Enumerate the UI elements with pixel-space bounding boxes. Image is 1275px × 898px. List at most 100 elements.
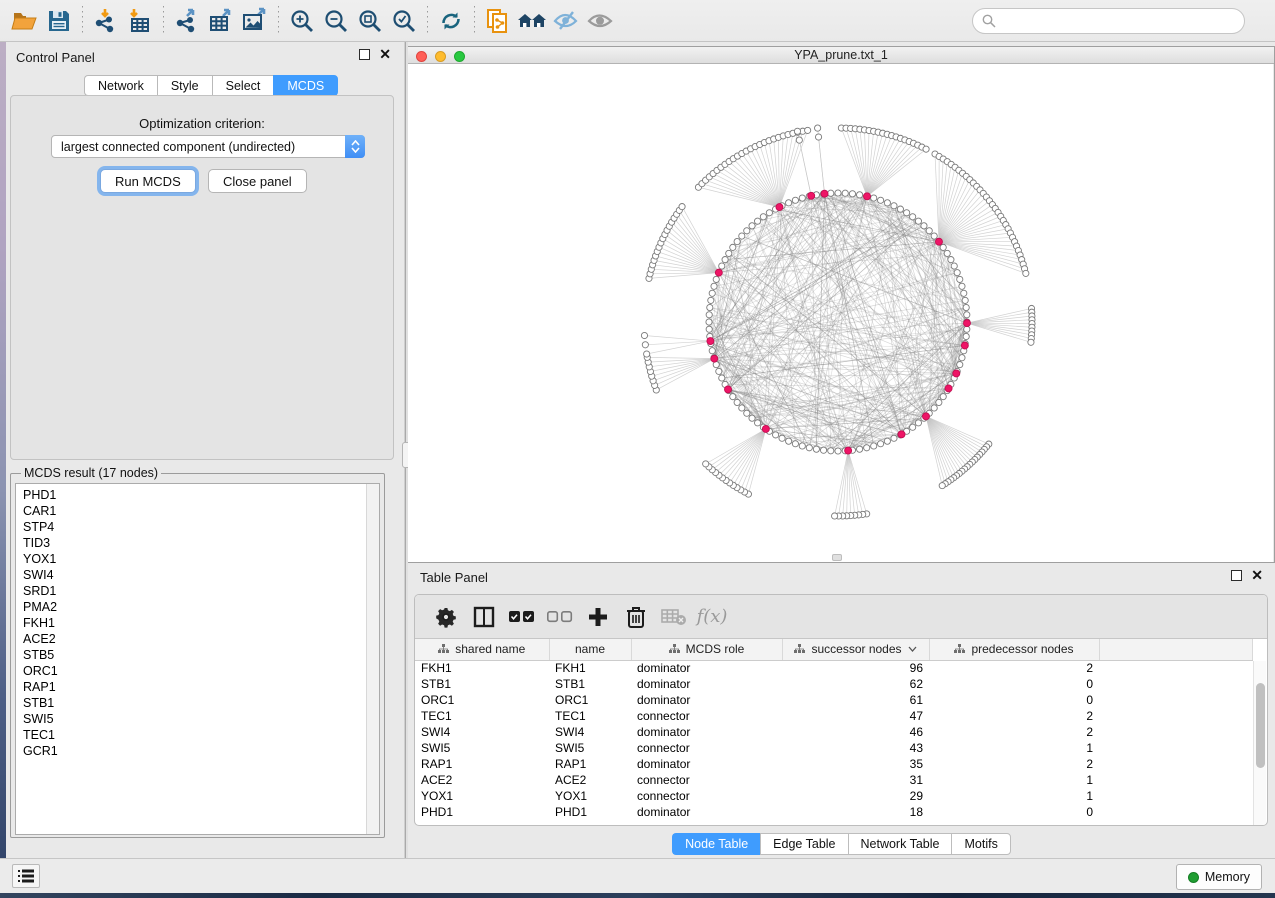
search-box[interactable]	[972, 8, 1245, 34]
table-scrollbar[interactable]	[1253, 661, 1266, 825]
tab-motifs[interactable]: Motifs	[951, 833, 1010, 855]
horizontal-splitter-grip[interactable]	[832, 554, 842, 561]
refresh-icon[interactable]	[434, 5, 468, 37]
network-window-titlebar[interactable]: YPA_prune.txt_1	[408, 47, 1274, 64]
table-row[interactable]: YOX1YOX1connector291	[415, 788, 1253, 804]
tab-mcds[interactable]: MCDS	[273, 75, 338, 96]
toolbar-separator	[474, 6, 475, 36]
show-all-icon[interactable]	[583, 5, 617, 37]
column-header-predecessor-nodes[interactable]: predecessor nodes	[929, 639, 1099, 660]
tab-node-table[interactable]: Node Table	[672, 833, 760, 855]
control-panel: Control Panel ✕ Network Style Select MCD…	[6, 42, 405, 858]
table-settings-gear-icon[interactable]	[431, 602, 461, 632]
select-all-columns-icon[interactable]	[507, 602, 537, 632]
table-row[interactable]: ACE2ACE2connector311	[415, 772, 1253, 788]
delete-column-icon[interactable]	[621, 602, 651, 632]
save-session-icon[interactable]	[42, 5, 76, 37]
task-history-button[interactable]	[12, 864, 40, 888]
mcds-node-item[interactable]: YOX1	[23, 551, 379, 567]
optimization-criterion-select[interactable]: largest connected component (undirected)	[51, 135, 365, 158]
table-row[interactable]: FKH1FKH1dominator962	[415, 660, 1253, 676]
export-network-icon[interactable]	[170, 5, 204, 37]
table-row[interactable]: ORC1ORC1dominator610	[415, 692, 1253, 708]
zoom-out-icon[interactable]	[319, 5, 353, 37]
column-header-filler	[1099, 639, 1253, 660]
mcds-node-item[interactable]: SWI4	[23, 567, 379, 583]
mcds-node-item[interactable]: SRD1	[23, 583, 379, 599]
float-panel-icon[interactable]	[1231, 570, 1242, 581]
mcds-node-item[interactable]: TID3	[23, 535, 379, 551]
tab-select[interactable]: Select	[212, 75, 274, 96]
mcds-result-box: MCDS result (17 nodes) PHD1CAR1STP4TID3Y…	[10, 466, 385, 838]
export-image-icon[interactable]	[238, 5, 272, 37]
new-network-from-selection-icon[interactable]	[481, 5, 515, 37]
mcds-node-item[interactable]: FKH1	[23, 615, 379, 631]
optimization-criterion-label: Optimization criterion:	[11, 116, 393, 131]
mcds-node-item[interactable]: RAP1	[23, 679, 379, 695]
window-close-icon[interactable]	[416, 51, 427, 62]
column-header-name[interactable]: name	[549, 639, 631, 660]
zoom-in-icon[interactable]	[285, 5, 319, 37]
attribute-icon	[954, 644, 965, 654]
table-row[interactable]: RAP1RAP1dominator352	[415, 756, 1253, 772]
delete-table-icon[interactable]	[659, 602, 689, 632]
tab-network[interactable]: Network	[84, 75, 157, 96]
mcds-node-item[interactable]: ACE2	[23, 631, 379, 647]
window-minimize-icon[interactable]	[435, 51, 446, 62]
close-panel-button[interactable]: Close panel	[208, 169, 307, 193]
first-neighbors-icon[interactable]	[515, 5, 549, 37]
mcds-node-item[interactable]: STB5	[23, 647, 379, 663]
float-panel-icon[interactable]	[359, 49, 370, 60]
mcds-node-item[interactable]: SWI5	[23, 711, 379, 727]
node-table-area: shared name name MCDS role successor nod…	[415, 639, 1267, 826]
mcds-node-item[interactable]: ORC1	[23, 663, 379, 679]
mcds-node-item[interactable]: STP4	[23, 519, 379, 535]
mcds-node-item[interactable]: CAR1	[23, 503, 379, 519]
list-scrollbar[interactable]	[366, 484, 379, 834]
memory-button[interactable]: Memory	[1176, 864, 1262, 890]
search-input[interactable]	[1001, 11, 1244, 31]
column-header-mcds-role[interactable]: MCDS role	[631, 639, 782, 660]
tab-edge-table[interactable]: Edge Table	[760, 833, 847, 855]
export-table-icon[interactable]	[204, 5, 238, 37]
mcds-node-item[interactable]: PMA2	[23, 599, 379, 615]
close-panel-icon[interactable]: ✕	[1251, 570, 1263, 581]
open-file-icon[interactable]	[8, 5, 42, 37]
table-row[interactable]: TEC1TEC1connector472	[415, 708, 1253, 724]
mcds-node-item[interactable]: GCR1	[23, 743, 379, 759]
table-row[interactable]: PHD1PHD1dominator180	[415, 804, 1253, 820]
node-table[interactable]: shared name name MCDS role successor nod…	[415, 639, 1253, 820]
search-icon	[982, 14, 996, 28]
memory-status-icon	[1188, 872, 1199, 883]
window-maximize-icon[interactable]	[454, 51, 465, 62]
network-graph[interactable]	[408, 64, 1273, 562]
import-network-icon[interactable]	[89, 5, 123, 37]
tab-network-table[interactable]: Network Table	[848, 833, 952, 855]
scrollbar-thumb[interactable]	[1256, 683, 1265, 768]
control-panel-tabs: Network Style Select MCDS	[84, 75, 338, 96]
mcds-node-item[interactable]: STB1	[23, 695, 379, 711]
column-header-successor-nodes[interactable]: successor nodes	[782, 639, 929, 660]
network-view[interactable]	[408, 64, 1273, 562]
tab-style[interactable]: Style	[157, 75, 212, 96]
hide-selected-icon[interactable]	[549, 5, 583, 37]
main-toolbar	[0, 0, 1275, 42]
table-toolbar: f(x)	[415, 595, 1267, 639]
run-mcds-button[interactable]: Run MCDS	[100, 169, 196, 193]
mcds-node-item[interactable]: TEC1	[23, 727, 379, 743]
mcds-node-item[interactable]: PHD1	[23, 487, 379, 503]
show-column-panel-icon[interactable]	[469, 602, 499, 632]
deselect-all-columns-icon[interactable]	[545, 602, 575, 632]
column-header-shared-name[interactable]: shared name	[415, 639, 549, 660]
import-table-icon[interactable]	[123, 5, 157, 37]
close-panel-icon[interactable]: ✕	[379, 49, 391, 60]
table-row[interactable]: STB1STB1dominator620	[415, 676, 1253, 692]
zoom-selected-icon[interactable]	[387, 5, 421, 37]
add-column-icon[interactable]	[583, 602, 613, 632]
desktop-wallpaper-strip	[0, 893, 1275, 898]
mcds-result-list[interactable]: PHD1CAR1STP4TID3YOX1SWI4SRD1PMA2FKH1ACE2…	[15, 483, 380, 835]
table-row[interactable]: SWI5SWI5connector431	[415, 740, 1253, 756]
zoom-fit-icon[interactable]	[353, 5, 387, 37]
table-row[interactable]: SWI4SWI4dominator462	[415, 724, 1253, 740]
function-builder-icon[interactable]: f(x)	[697, 602, 727, 632]
